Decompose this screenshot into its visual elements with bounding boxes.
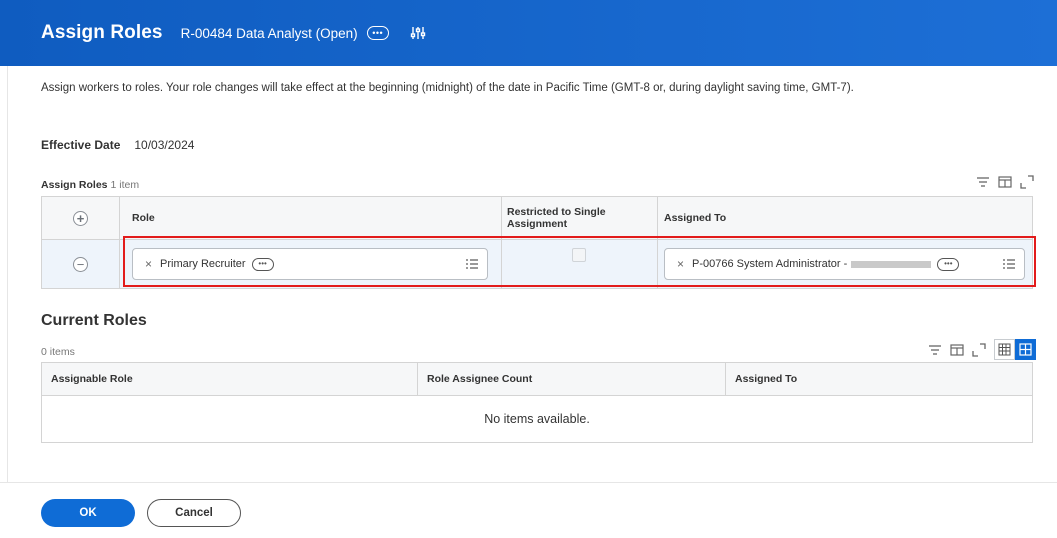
restricted-checkbox[interactable] (572, 248, 586, 262)
related-actions-icon[interactable]: ••• (251, 257, 274, 271)
assign-roles-count: 1 item (110, 179, 140, 191)
instructions-text: Assign workers to roles. Your role chang… (41, 82, 854, 94)
table-view-icon[interactable] (994, 339, 1015, 360)
view-toggle (994, 339, 1036, 360)
related-actions-icon[interactable]: ••• (937, 257, 960, 271)
current-roles-count: 0 items (41, 346, 75, 358)
add-row-cell: + (42, 197, 120, 239)
column-header-assignable-role: Assignable Role (42, 363, 418, 395)
ok-button[interactable]: OK (41, 499, 135, 527)
columns-icon[interactable] (950, 343, 964, 357)
add-row-button[interactable]: + (73, 210, 88, 226)
remove-selection-icon[interactable]: × (145, 257, 152, 271)
assign-roles-grid-title: Assign Roles (41, 179, 108, 191)
left-divider (7, 66, 8, 482)
table-row: − × Primary Recruiter ••• × P-00766 Syst… (42, 240, 1032, 288)
filter-icon[interactable] (976, 175, 990, 189)
assigned-to-cell: × P-00766 System Administrator - ••• (658, 240, 1032, 288)
effective-date-label: Effective Date (41, 138, 121, 152)
column-header-restricted: Restricted to Single Assignment (502, 197, 658, 239)
remove-selection-icon[interactable]: × (677, 257, 684, 271)
redacted-text (851, 260, 932, 268)
assign-roles-header: + Role Restricted to Single Assignment A… (42, 197, 1032, 240)
role-prompt-field[interactable]: × Primary Recruiter ••• (132, 248, 488, 280)
assign-roles-grid: + Role Restricted to Single Assignment A… (41, 196, 1033, 289)
footer-divider (0, 482, 1057, 483)
current-roles-grid: Assignable Role Role Assignee Count Assi… (41, 362, 1033, 443)
requisition-link[interactable]: R-00484 Data Analyst (Open) (181, 26, 358, 41)
prompt-list-icon[interactable] (1002, 258, 1016, 270)
current-roles-toolbar (928, 339, 1036, 360)
current-roles-caption: 0 items (41, 346, 75, 358)
effective-date-value: 10/03/2024 (134, 138, 195, 152)
filter-icon[interactable] (928, 343, 942, 357)
columns-icon[interactable] (998, 175, 1012, 189)
column-header-assignee-count: Role Assignee Count (418, 363, 726, 395)
more-icon: ••• (372, 28, 384, 38)
current-roles-title: Current Roles (41, 312, 147, 329)
page-title: Assign Roles (41, 22, 163, 43)
restricted-cell (502, 240, 658, 288)
column-header-assigned-to: Assigned To (735, 373, 798, 385)
assign-roles-toolbar (976, 175, 1034, 189)
fullscreen-icon[interactable] (1020, 175, 1034, 189)
assign-roles-caption: Assign Roles 1 item (41, 179, 139, 191)
empty-state-message: No items available. (484, 412, 590, 426)
cancel-button[interactable]: Cancel (147, 499, 241, 527)
role-value: Primary Recruiter (160, 258, 246, 270)
current-roles-header: Assignable Role Role Assignee Count Assi… (42, 363, 1032, 396)
remove-row-cell: − (42, 240, 120, 288)
column-header-role: Role (120, 197, 502, 239)
assigned-to-prompt-field[interactable]: × P-00766 System Administrator - ••• (664, 248, 1025, 280)
assigned-to-value: P-00766 System Administrator - (692, 258, 932, 270)
remove-row-button[interactable]: − (73, 256, 88, 272)
column-header-assigned-to: Assigned To (664, 212, 727, 224)
grid-view-icon[interactable] (1015, 339, 1036, 360)
role-cell: × Primary Recruiter ••• (120, 240, 502, 288)
related-actions-button[interactable]: ••• (366, 26, 389, 40)
configure-icon[interactable] (410, 25, 426, 41)
prompt-list-icon[interactable] (465, 258, 479, 270)
fullscreen-icon[interactable] (972, 342, 986, 357)
page-header: Assign Roles R-00484 Data Analyst (Open)… (0, 0, 1057, 66)
effective-date-row: Effective Date 10/03/2024 (41, 138, 194, 152)
